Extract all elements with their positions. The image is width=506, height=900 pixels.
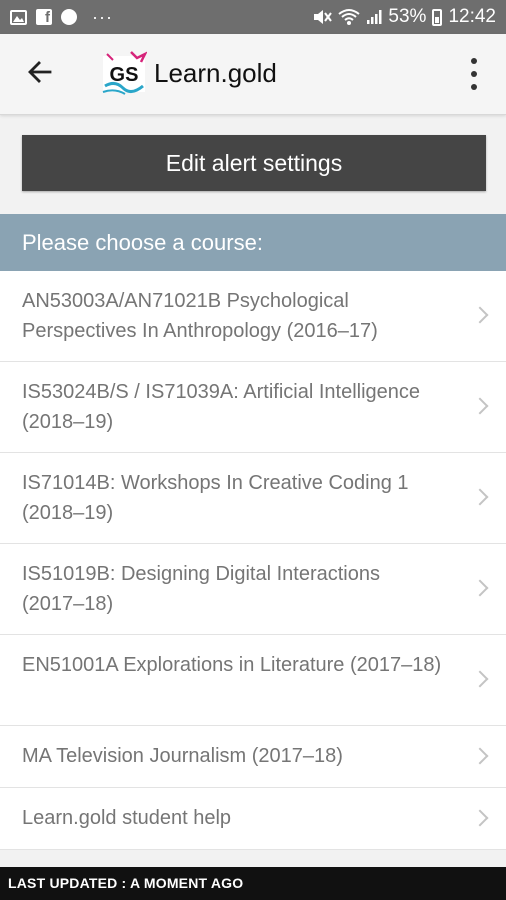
back-arrow-icon[interactable] [26, 58, 54, 86]
course-item[interactable]: IS51019B: Designing Digital Interactions… [0, 544, 506, 635]
course-label: MA Television Journalism (2017–18) [22, 745, 343, 767]
chevron-right-icon [471, 670, 489, 688]
logo-text: GS [110, 64, 139, 86]
wifi-icon [338, 9, 361, 25]
course-label: IS71014B: Workshops In Creative Coding 1… [22, 472, 409, 524]
chevron-right-icon [471, 488, 489, 506]
clock: 12:42 [448, 6, 496, 27]
chevron-right-icon [471, 747, 489, 765]
overflow-menu-icon[interactable] [468, 58, 480, 90]
chevron-right-icon [471, 579, 489, 597]
course-label: EN51001A Explorations in Literature (201… [22, 654, 442, 676]
course-list: AN53003A/AN71021B Psychological Perspect… [0, 271, 506, 850]
notification-icons: f ··· [10, 0, 113, 34]
messenger-icon [61, 9, 77, 25]
app-logo: GS [101, 50, 148, 96]
course-item[interactable]: IS71014B: Workshops In Creative Coding 1… [0, 453, 506, 544]
battery-percent: 53% [388, 6, 427, 27]
help-item[interactable]: Learn.gold student help [0, 788, 506, 850]
signal-icon [367, 10, 382, 24]
chevron-right-icon [471, 809, 489, 827]
course-item[interactable]: IS53024B/S / IS71039A: Artificial Intell… [0, 362, 506, 453]
battery-icon [432, 8, 443, 26]
system-icons: 53% 12:42 [312, 0, 496, 34]
course-item[interactable]: EN51001A Explorations in Literature (201… [0, 635, 506, 726]
app-bar: GS Learn.gold [0, 34, 506, 115]
course-item[interactable]: MA Television Journalism (2017–18) [0, 726, 506, 788]
image-icon [10, 9, 27, 25]
last-updated-bar: LAST UPDATED : A MOMENT AGO [0, 867, 506, 900]
status-bar: f ··· 53% 12:42 [0, 0, 506, 34]
app-title: Learn.gold [154, 58, 277, 88]
mute-icon [314, 10, 333, 24]
course-label: IS51019B: Designing Digital Interactions… [22, 563, 380, 615]
more-notifications-icon: ··· [92, 6, 113, 27]
facebook-icon: f [36, 9, 52, 26]
help-label: Learn.gold student help [22, 807, 232, 829]
course-item[interactable]: AN53003A/AN71021B Psychological Perspect… [0, 271, 506, 362]
edit-alert-settings-button[interactable]: Edit alert settings [22, 135, 486, 191]
chevron-right-icon [471, 397, 489, 415]
chevron-right-icon [471, 306, 489, 324]
choose-course-header: Please choose a course: [0, 214, 506, 271]
course-label: IS53024B/S / IS71039A: Artificial Intell… [22, 381, 421, 433]
course-label: AN53003A/AN71021B Psychological Perspect… [22, 290, 378, 342]
